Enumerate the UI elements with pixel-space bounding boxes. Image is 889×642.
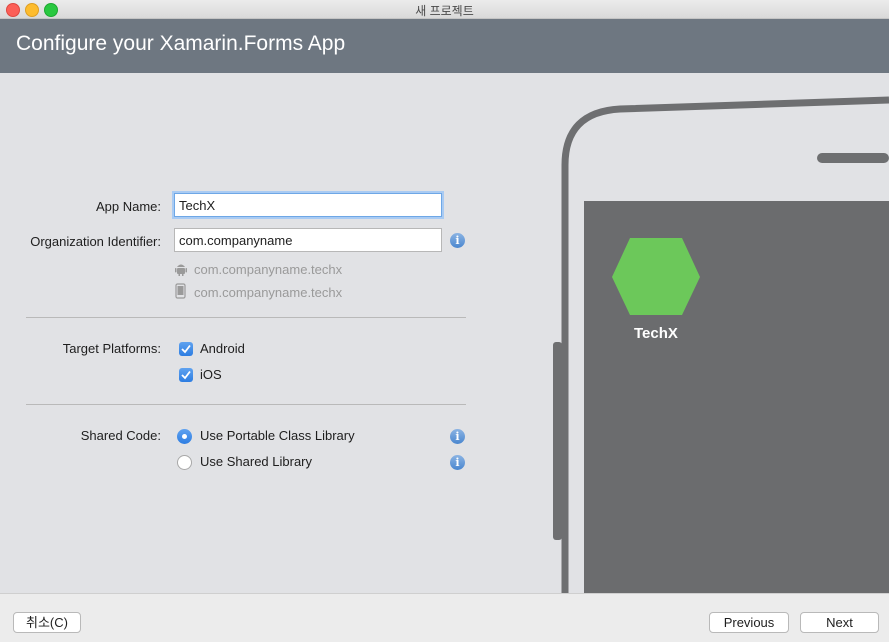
phone-preview xyxy=(553,96,889,593)
shared-code-label: Shared Code: xyxy=(80,428,161,443)
checkmark-icon xyxy=(181,370,191,380)
ios-checkbox[interactable] xyxy=(179,368,193,382)
org-id-input[interactable] xyxy=(174,228,442,252)
android-bundle-id: com.companyname.techx xyxy=(194,262,343,277)
android-icon xyxy=(175,264,187,276)
pcl-radio-label[interactable]: Use Portable Class Library xyxy=(200,428,355,443)
app-icon xyxy=(612,238,700,315)
page-title: Configure your Xamarin.Forms App xyxy=(16,32,346,55)
target-platforms-label: Target Platforms: xyxy=(62,341,161,356)
ios-bundle-id: com.companyname.techx xyxy=(194,285,343,300)
app-preview-label: TechX xyxy=(634,325,678,342)
iphone-icon xyxy=(175,283,186,299)
shared-library-radio[interactable] xyxy=(177,455,192,470)
info-icon[interactable]: i xyxy=(450,233,465,248)
window-titlebar: 새 프로젝트 xyxy=(0,0,889,19)
window-title: 새 프로젝트 xyxy=(415,4,474,18)
app-name-input[interactable] xyxy=(174,193,442,217)
ios-checkbox-label[interactable]: iOS xyxy=(200,367,222,382)
shared-library-radio-label[interactable]: Use Shared Library xyxy=(200,454,312,469)
phone-side-button xyxy=(553,342,562,540)
pcl-radio[interactable] xyxy=(177,429,192,444)
next-button[interactable]: Next xyxy=(800,612,879,633)
android-checkbox[interactable] xyxy=(179,342,193,356)
app-name-label: App Name: xyxy=(95,199,161,214)
previous-button[interactable]: Previous xyxy=(709,612,789,633)
divider xyxy=(26,404,466,405)
info-icon[interactable]: i xyxy=(450,429,465,444)
footer-bar: 취소(C) Previous Next xyxy=(0,593,889,642)
info-icon[interactable]: i xyxy=(450,455,465,470)
cancel-button[interactable]: 취소(C) xyxy=(13,612,81,633)
org-id-label: Organization Identifier: xyxy=(30,234,161,249)
checkmark-icon xyxy=(181,344,191,354)
page-header: Configure your Xamarin.Forms App xyxy=(0,19,889,73)
android-checkbox-label[interactable]: Android xyxy=(200,341,245,356)
divider xyxy=(26,317,466,318)
main-content: TechX App Name: Organization Identifier:… xyxy=(0,73,889,593)
phone-speaker xyxy=(817,153,889,163)
